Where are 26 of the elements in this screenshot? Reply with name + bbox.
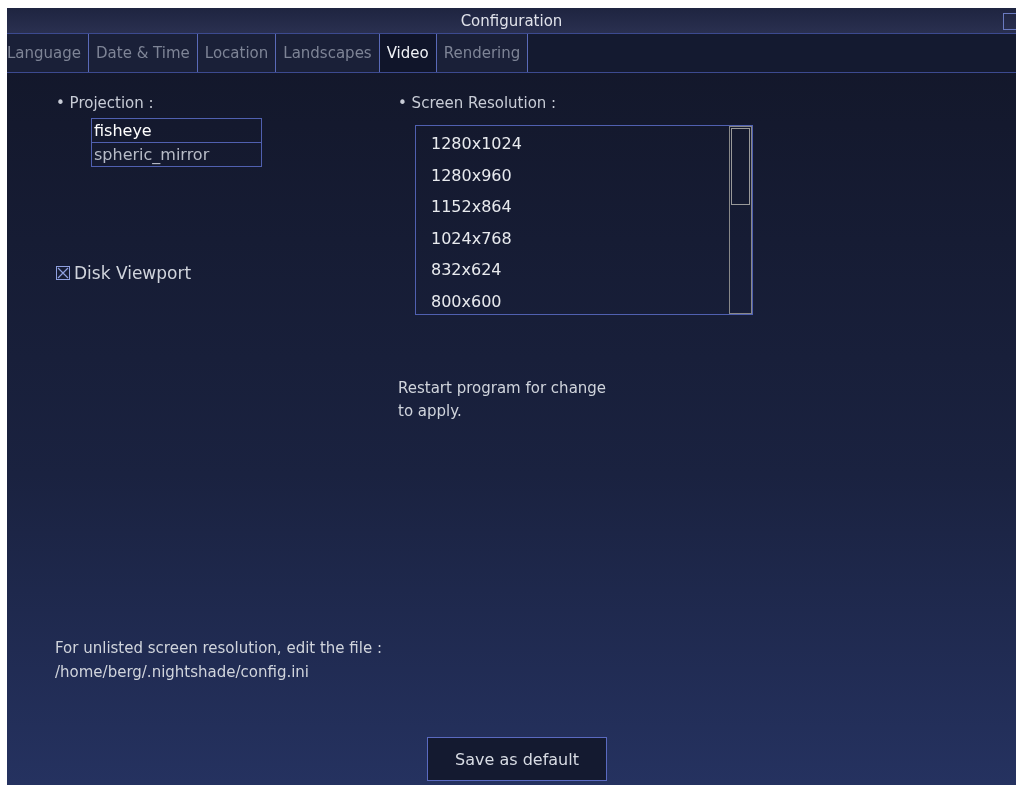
list-item[interactable]: 832x624 xyxy=(431,254,729,286)
list-item[interactable]: 1152x864 xyxy=(431,191,729,223)
checkbox-label: Disk Viewport xyxy=(74,263,192,283)
tab[interactable]: Date & Time xyxy=(89,34,198,72)
info-text: /home/berg/.nightshade/config.ini xyxy=(55,662,310,683)
section-label: • Projection : xyxy=(56,94,154,112)
window-button[interactable] xyxy=(1003,13,1016,30)
section-label: • Screen Resolution : xyxy=(398,94,557,112)
tab[interactable]: Location xyxy=(197,34,277,72)
tab[interactable]: Landscapes xyxy=(276,34,380,72)
scrollbar-thumb[interactable] xyxy=(731,128,750,205)
list-item[interactable]: 800x600 xyxy=(431,285,729,317)
list-item[interactable]: 1280x1024 xyxy=(431,128,729,160)
tab[interactable]: Video xyxy=(379,34,437,72)
checkbox[interactable] xyxy=(56,266,70,280)
list-item[interactable]: 1280x960 xyxy=(431,159,729,191)
tab[interactable]: Language xyxy=(7,34,90,72)
tab[interactable]: Rendering xyxy=(436,34,529,72)
list-item[interactable]: 1024x768 xyxy=(431,222,729,254)
scrollbar[interactable] xyxy=(729,126,752,314)
info-text: For unlisted screen resolution, edit the file : xyxy=(55,638,383,659)
list-item[interactable]: spheric_mirror xyxy=(92,142,261,166)
list-item[interactable]: fisheye xyxy=(92,119,261,142)
restart-note: Restart program for change to apply. xyxy=(398,378,608,422)
window-title: Configuration xyxy=(460,11,563,30)
save-button[interactable]: Save as default xyxy=(427,737,607,781)
